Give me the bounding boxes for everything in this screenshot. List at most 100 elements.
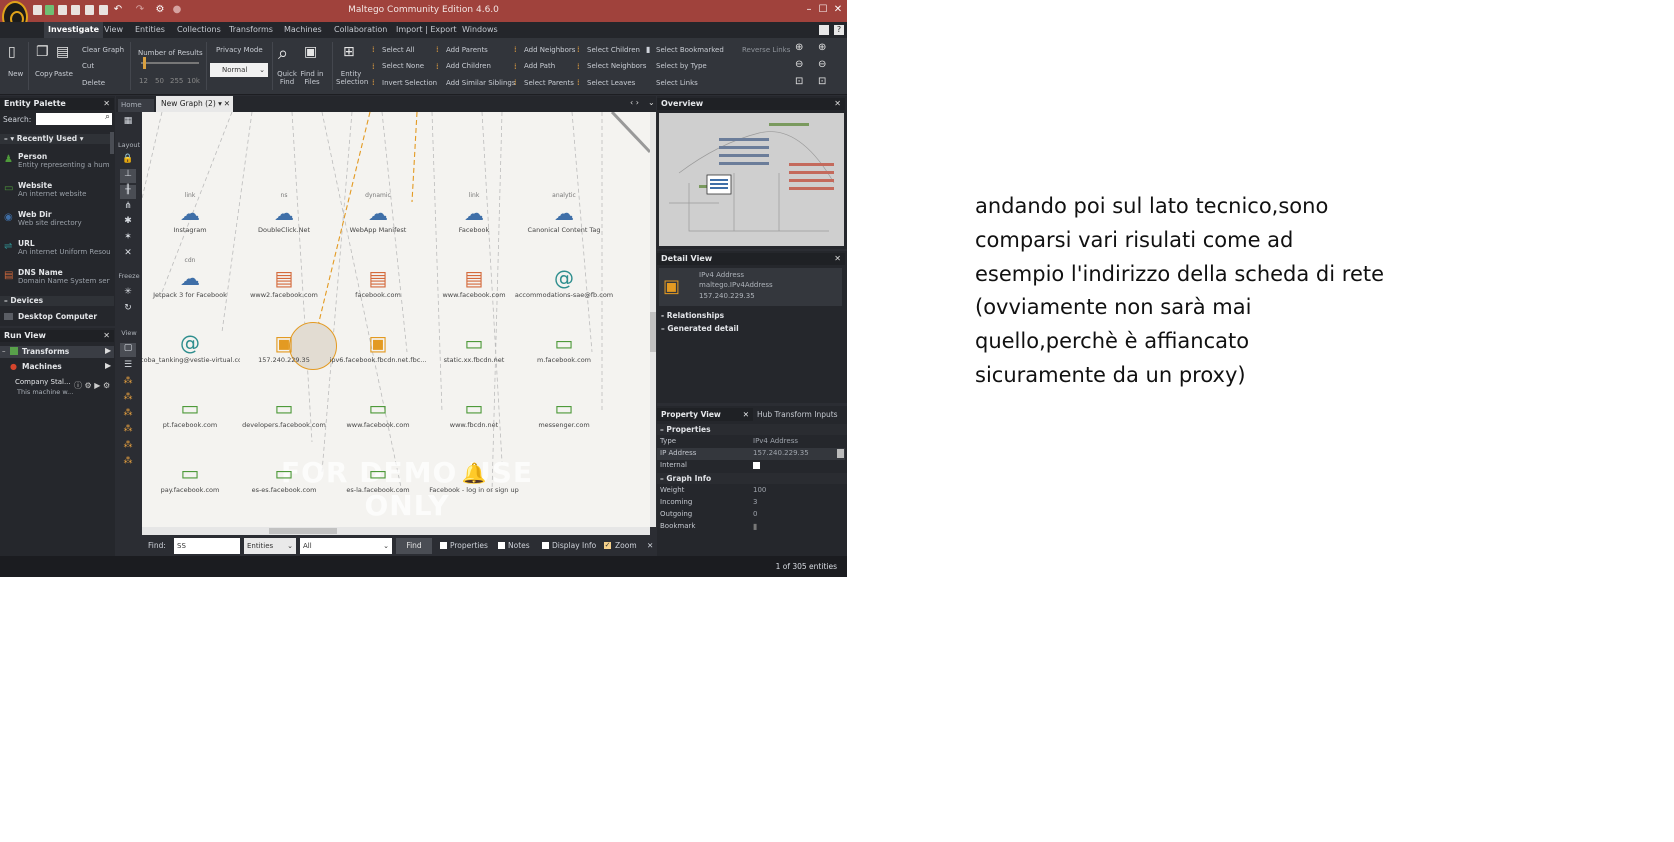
close-find-icon[interactable]: ✕ xyxy=(647,541,653,550)
tree-layout-icon[interactable]: ⋔ xyxy=(120,201,136,215)
graph-node[interactable]: link ☁ Instagram xyxy=(142,192,240,234)
menu-transforms[interactable]: Transforms xyxy=(229,25,273,34)
properties-checkbox[interactable] xyxy=(440,542,447,549)
menu-import-export[interactable]: Import | Export xyxy=(396,25,457,34)
property-row-incoming[interactable]: Incoming 3 xyxy=(657,497,845,509)
maximize-graph-icon[interactable]: ‹ › xyxy=(630,98,639,107)
graph-vertical-scrollbar[interactable] xyxy=(650,112,656,527)
hierarchical-layout-icon[interactable]: ╫ xyxy=(120,185,136,199)
close-icon[interactable]: ✕ xyxy=(834,253,841,265)
find-scope-select[interactable]: Entities ⌄ xyxy=(244,538,296,554)
recently-used-category[interactable]: – ▾ Recently Used ▾ xyxy=(0,134,114,144)
cut-button[interactable]: Cut xyxy=(82,62,94,70)
paste-label[interactable]: Paste xyxy=(54,70,73,78)
tab-hub-transform-inputs[interactable]: Hub Transform Inputs xyxy=(755,408,847,421)
graph-node[interactable]: ▭ pt.facebook.com xyxy=(142,387,240,429)
reverse-links-button[interactable]: Reverse Links xyxy=(742,46,790,54)
devices-category[interactable]: – Devices xyxy=(0,296,114,306)
palette-item-desktop-computer[interactable]: Desktop Computer xyxy=(18,312,97,321)
property-row-internal[interactable]: Internal xyxy=(657,460,845,472)
palette-scrollbar[interactable] xyxy=(110,132,114,154)
save-all-icon[interactable] xyxy=(85,5,94,15)
open-folder-icon[interactable] xyxy=(58,5,67,15)
zoom-in-icon[interactable]: ⊕ xyxy=(795,42,803,53)
bubble-view-1-icon[interactable]: ⁂ xyxy=(120,376,136,390)
quick-find-icon[interactable]: ⌕ xyxy=(278,43,288,64)
tab-home[interactable]: Home xyxy=(118,99,154,112)
properties-group[interactable]: – Properties xyxy=(657,424,847,435)
palette-item-website[interactable]: ▭ Website An internet website xyxy=(0,179,114,207)
zoom-selection-icon[interactable]: ⊡ xyxy=(795,76,803,87)
privacy-mode-select[interactable]: Normal ⌄ xyxy=(210,63,268,77)
select-by-type-button[interactable]: Select by Type xyxy=(656,62,707,70)
find-button[interactable]: Find xyxy=(396,538,432,554)
property-row-outgoing[interactable]: Outgoing 0 xyxy=(657,509,845,521)
maximize-button[interactable]: ☐ xyxy=(817,4,829,16)
property-row-weight[interactable]: Weight 100 xyxy=(657,485,845,497)
graph-node[interactable]: ▣ 157.240.229.35 xyxy=(234,322,334,364)
graph-node[interactable]: ns ☁ DoubleClick.Net xyxy=(234,192,334,234)
zoom-out-icon[interactable]: ⊖ xyxy=(795,59,803,70)
menu-view[interactable]: View xyxy=(104,25,123,34)
palette-search-input[interactable]: ⌕ xyxy=(36,112,112,125)
tabs-menu-icon[interactable]: ⌄ xyxy=(648,98,655,107)
graph-node[interactable]: cdn ☁ Jetpack 3 for Facebook xyxy=(142,257,240,299)
graph-node[interactable]: ▭ es-es.facebook.com xyxy=(234,452,334,494)
graph-node[interactable]: ▤ facebook.com xyxy=(328,257,428,299)
find-type-select[interactable]: All ⌄ xyxy=(300,538,392,554)
graph-node[interactable]: ▭ developers.facebook.com xyxy=(234,387,334,429)
graph-node[interactable]: dynamic ☁ WebApp Manifest xyxy=(328,192,428,234)
graph-node[interactable]: ▭ static.xx.fbcdn.net xyxy=(424,322,524,364)
zoom-area-icon[interactable]: ⊡ xyxy=(818,76,826,87)
select-bookmarked-button[interactable]: Select Bookmarked xyxy=(656,46,724,54)
graph-view-icon[interactable]: ▦ xyxy=(120,116,136,130)
find-in-files-icon[interactable]: ▣ xyxy=(304,44,317,60)
tab-new-graph[interactable]: New Graph (2) ▾ ✕ xyxy=(156,96,233,112)
dropdown-icon[interactable] xyxy=(819,25,829,35)
graph-node[interactable]: ▭ es-la.facebook.com xyxy=(328,452,428,494)
new-file-icon[interactable] xyxy=(33,5,42,15)
tab-close-icon[interactable]: ✕ xyxy=(224,96,230,112)
internal-checkbox[interactable] xyxy=(753,462,760,469)
machine-run-icon[interactable]: ▶ xyxy=(105,361,111,370)
graph-canvas[interactable]: FOR DEMO USE ONLY link ☁ Instagram ns ☁ Doubl… xyxy=(142,112,650,527)
save-icon[interactable] xyxy=(71,5,80,15)
palette-item-person[interactable]: ♟ Person Entity representing a human xyxy=(0,150,114,178)
menu-investigate[interactable]: Investigate xyxy=(44,22,104,38)
entity-selection-label[interactable]: Entity Selection xyxy=(336,70,368,86)
graph-node[interactable]: analytic ☁ Canonical Content Tag xyxy=(514,192,614,234)
menu-collections[interactable]: Collections xyxy=(177,25,221,34)
graph-node[interactable]: 🔔 Facebook - log in or sign up xyxy=(424,452,524,494)
graph-node[interactable]: @coba_tanking@vestie-virtual.co.id xyxy=(142,322,240,364)
lock-layout-icon[interactable]: 🔒 xyxy=(120,154,136,168)
main-view-icon[interactable]: ▢ xyxy=(120,343,136,357)
relationships-section[interactable]: ‑ Relationships xyxy=(661,311,724,320)
add-path-button[interactable]: Add Path xyxy=(524,62,555,70)
generated-detail-section[interactable]: – Generated detail xyxy=(661,324,739,333)
bubble-view-6-icon[interactable]: ⁂ xyxy=(120,456,136,470)
add-neighbors-button[interactable]: Add Neighbors xyxy=(524,46,575,54)
invert-selection-button[interactable]: Invert Selection xyxy=(382,79,437,87)
zoom-checkbox[interactable]: ✓ xyxy=(604,542,611,549)
results-slider[interactable] xyxy=(141,62,199,64)
select-neighbors-button[interactable]: Select Neighbors xyxy=(587,62,646,70)
graph-node[interactable]: @ accommodations-sae@fb.com xyxy=(514,257,614,299)
graph-node[interactable]: ▣ ipv6.facebook.fbcdn.net.fbc... xyxy=(328,322,428,364)
new-graph-icon[interactable]: ▯ xyxy=(8,44,16,60)
bubble-view-4-icon[interactable]: ⁂ xyxy=(120,424,136,438)
results-slider-handle[interactable] xyxy=(143,57,146,69)
close-icon[interactable]: ✕ xyxy=(103,330,110,342)
list-view-icon[interactable]: ☰ xyxy=(120,360,136,374)
add-similar-siblings-button[interactable]: Add Similar Siblings xyxy=(446,79,516,87)
machine-company-stalker[interactable]: Company Stal... xyxy=(15,378,71,386)
palette-item-dns-name[interactable]: ▤ DNS Name Domain Name System server xyxy=(0,266,114,294)
bookmark-icon[interactable]: ▮ xyxy=(753,522,757,531)
organic-layout-icon[interactable]: ✶ xyxy=(120,232,136,246)
palette-item-url[interactable]: ⇌ URL An internet Uniform Resource xyxy=(0,237,114,265)
menu-entities[interactable]: Entities xyxy=(135,25,165,34)
minimize-button[interactable]: – xyxy=(803,4,815,16)
bubble-view-2-icon[interactable]: ⁂ xyxy=(120,392,136,406)
property-row-type[interactable]: Type IPv4 Address xyxy=(657,436,845,448)
graph-node[interactable]: ▭ www.facebook.com xyxy=(328,387,428,429)
menu-collaboration[interactable]: Collaboration xyxy=(334,25,387,34)
